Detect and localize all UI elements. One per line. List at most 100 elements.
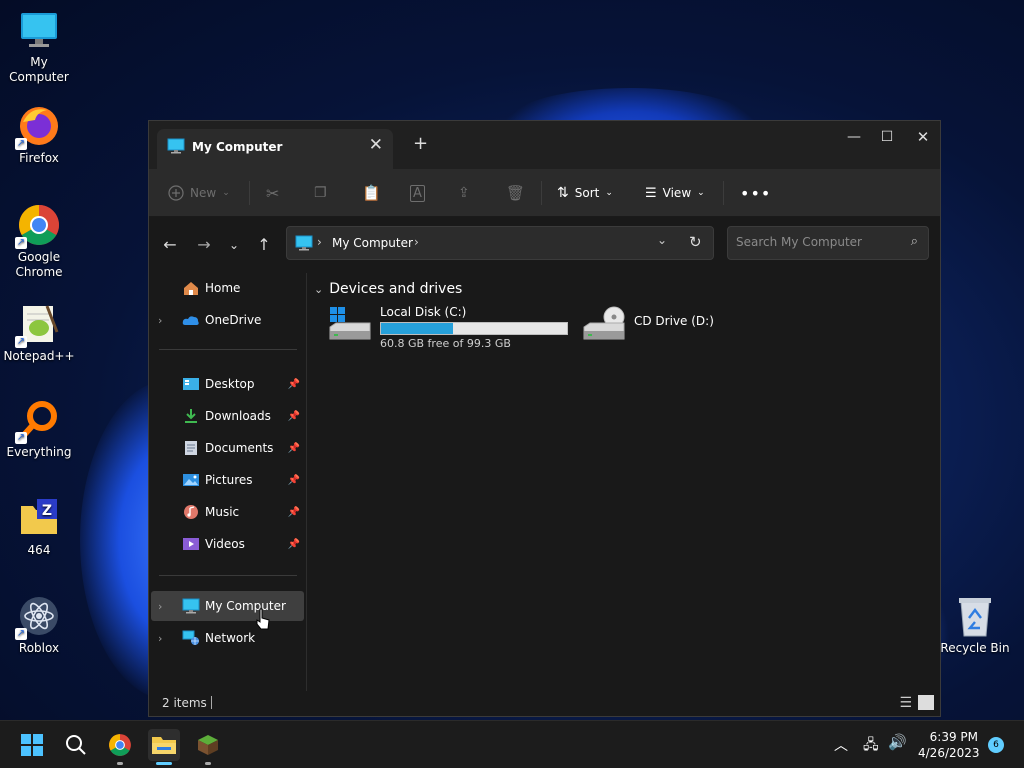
title-bar: My Computer ✕ + — ☐ ✕: [149, 121, 940, 169]
close-window-button[interactable]: ✕: [905, 125, 941, 149]
clock-time: 6:39 PM: [929, 730, 978, 744]
pin-icon[interactable]: 📌: [288, 475, 300, 486]
address-bar[interactable]: › My Computer › ⌄ ↻: [286, 226, 714, 260]
sidebar-item-pictures[interactable]: Pictures 📌: [151, 465, 304, 495]
drive-local-disk-c[interactable]: Local Disk (C:) 60.8 GB free of 99.3 GB: [328, 305, 568, 350]
taskbar-minecraft[interactable]: [192, 729, 224, 765]
group-header-devices[interactable]: ⌄ Devices and drives: [314, 281, 462, 297]
up-button[interactable]: ↑: [252, 235, 276, 255]
paste-button[interactable]: 📋: [362, 181, 381, 205]
sidebar-item-label: Downloads: [205, 409, 271, 423]
pin-icon[interactable]: 📌: [288, 379, 300, 390]
expand-chevron-icon[interactable]: ›: [158, 314, 172, 327]
drive-cd-d[interactable]: CD Drive (D:): [582, 305, 714, 348]
sidebar-item-desktop[interactable]: Desktop 📌: [151, 369, 304, 399]
desktop-icon-label: 464: [27, 543, 51, 557]
shortcut-arrow-icon: ↗: [15, 628, 27, 640]
video-icon: [182, 536, 200, 552]
search-box[interactable]: ⌕: [727, 226, 929, 260]
delete-button[interactable]: 🗑: [506, 181, 525, 205]
sidebar-item-home[interactable]: Home: [151, 273, 304, 303]
sidebar-item-downloads[interactable]: Downloads 📌: [151, 401, 304, 431]
monitor-icon: [295, 235, 313, 254]
sidebar-item-music[interactable]: Music 📌: [151, 497, 304, 527]
new-button[interactable]: New ⌄: [168, 181, 230, 205]
cut-button[interactable]: ✂: [266, 181, 279, 205]
shortcut-arrow-icon: ↗: [15, 237, 27, 249]
command-bar: New ⌄ ✂ ❐ 📋 A ⇪ 🗑 ⇅ Sort ⌄ ☰ View ⌄ •••: [149, 169, 940, 217]
desktop-icon-everything[interactable]: ↗ Everything: [0, 398, 78, 460]
sidebar-item-videos[interactable]: Videos 📌: [151, 529, 304, 559]
pin-icon[interactable]: 📌: [288, 539, 300, 550]
copy-button[interactable]: ❐: [314, 181, 327, 205]
sidebar-item-my-computer[interactable]: › My Computer: [151, 591, 304, 621]
forward-button[interactable]: →: [192, 235, 216, 255]
minimize-button[interactable]: —: [836, 125, 872, 149]
desktop-icon-my-computer[interactable]: My Computer: [0, 8, 78, 85]
trash-icon: 🗑: [506, 184, 526, 202]
view-label: View: [662, 186, 692, 200]
notification-badge[interactable]: 6: [988, 737, 1004, 753]
desktop-icon-464[interactable]: Z 464: [0, 496, 78, 558]
more-dots-icon: •••: [740, 183, 772, 203]
new-tab-button[interactable]: +: [413, 133, 428, 154]
address-history-chevron-icon[interactable]: ⌄: [657, 233, 667, 247]
add-circle-icon: [168, 185, 184, 201]
sidebar-item-documents[interactable]: Documents 📌: [151, 433, 304, 463]
show-hidden-icons-chevron[interactable]: ︿: [834, 735, 848, 755]
refresh-icon[interactable]: ↻: [689, 233, 702, 251]
expand-chevron-icon[interactable]: ›: [158, 632, 172, 645]
taskbar-chrome[interactable]: [104, 729, 136, 765]
desktop-icon-label: Notepad++: [3, 349, 75, 363]
pin-icon[interactable]: 📌: [288, 443, 300, 454]
share-button[interactable]: ⇪: [458, 181, 470, 205]
desktop-icon-notepadpp[interactable]: ↗ Notepad++: [0, 302, 78, 364]
view-list-icon: ☰: [645, 185, 657, 201]
breadcrumb-separator-icon: ›: [414, 235, 419, 249]
navigation-pane: Home › OneDrive Desktop 📌 Downloads 📌 Do…: [149, 273, 307, 693]
volume-icon[interactable]: 🔊: [888, 733, 907, 751]
desktop-icon-recycle-bin[interactable]: Recycle Bin: [936, 594, 1014, 656]
tiles-view-icon[interactable]: [918, 695, 934, 710]
network-icon: [182, 630, 200, 646]
desktop-icon-label: Roblox: [18, 641, 60, 655]
details-view-icon[interactable]: ☰: [899, 695, 912, 711]
recycle-bin-icon: [953, 594, 997, 638]
desktop-icon-chrome[interactable]: ↗ Google Chrome: [0, 203, 78, 280]
desktop-icon-roblox[interactable]: ↗ Roblox: [0, 594, 78, 656]
taskbar-file-explorer[interactable]: [148, 729, 180, 765]
maximize-button[interactable]: ☐: [869, 125, 905, 149]
search-input[interactable]: [736, 235, 896, 249]
monitor-icon: [167, 138, 185, 157]
new-label: New: [190, 186, 217, 200]
tab-my-computer[interactable]: My Computer ✕: [157, 129, 393, 169]
breadcrumb-my-computer[interactable]: My Computer: [332, 236, 413, 250]
drive-usage-fill: [381, 323, 454, 334]
chevron-down-icon: ⌄: [697, 188, 705, 198]
search-button[interactable]: [60, 729, 92, 761]
clock[interactable]: 6:39 PM 4/26/2023: [918, 729, 980, 761]
rename-button[interactable]: A: [410, 181, 425, 205]
back-button[interactable]: ←: [158, 235, 182, 255]
search-icon: [66, 735, 86, 755]
sort-button[interactable]: ⇅ Sort ⌄: [557, 181, 613, 205]
desktop-icon-firefox[interactable]: ↗ Firefox: [0, 104, 78, 166]
recent-locations-button[interactable]: ⌄: [222, 235, 246, 255]
sidebar-item-onedrive[interactable]: › OneDrive: [151, 305, 304, 335]
view-button[interactable]: ☰ View ⌄: [645, 181, 705, 205]
start-button[interactable]: [16, 729, 48, 761]
expand-chevron-icon[interactable]: ›: [158, 600, 172, 613]
breadcrumb-separator-icon: ›: [317, 235, 322, 249]
cloud-icon: [182, 312, 200, 328]
close-tab-icon[interactable]: ✕: [369, 135, 383, 155]
network-status-icon[interactable]: 🖧: [863, 734, 879, 758]
pin-icon[interactable]: 📌: [288, 507, 300, 518]
chevron-down-icon: ⌄: [222, 188, 230, 198]
desktop-icon-label: Everything: [6, 445, 72, 459]
sidebar-item-network[interactable]: › Network: [151, 623, 304, 653]
notepadpp-icon: ↗: [15, 302, 61, 348]
more-options-button[interactable]: •••: [740, 181, 771, 205]
toolbar-divider: [541, 181, 542, 205]
collapse-chevron-icon[interactable]: ⌄: [314, 283, 323, 296]
pin-icon[interactable]: 📌: [288, 411, 300, 422]
